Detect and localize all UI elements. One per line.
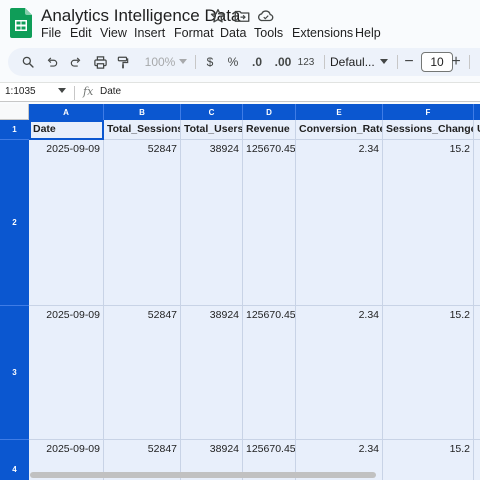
font-size-input[interactable]: 10: [421, 52, 453, 72]
formula-input[interactable]: Date: [100, 86, 121, 97]
chevron-down-icon[interactable]: [178, 53, 188, 71]
cell-a3[interactable]: 2025-09-09: [29, 306, 104, 440]
zoom-value: 100%: [144, 55, 176, 69]
menu-format[interactable]: Format: [174, 26, 214, 40]
font-family-select[interactable]: Defaul...: [330, 53, 376, 71]
zoom-select[interactable]: 100%: [140, 53, 180, 71]
number-format-button[interactable]: 123: [296, 53, 316, 71]
print-icon[interactable]: [91, 53, 109, 71]
cell-g3[interactable]: [474, 306, 480, 440]
formula-bar-separator: [74, 86, 75, 100]
column-header-f[interactable]: F: [383, 104, 474, 120]
spreadsheet-grid[interactable]: A B C D E F G 1 2 3 4 Date Total_Session…: [0, 104, 480, 480]
decrease-decimal-button[interactable]: .0: [249, 53, 265, 71]
menu-help[interactable]: Help: [355, 26, 381, 40]
title-bar: Analytics Intelligence Data File Edit Vi…: [0, 0, 480, 48]
search-icon[interactable]: [20, 53, 36, 71]
cell-c2[interactable]: 38924: [181, 140, 243, 306]
font-family-value: Defaul...: [330, 55, 375, 69]
cell-a2[interactable]: 2025-09-09: [29, 140, 104, 306]
name-box[interactable]: 1:1035: [5, 86, 36, 97]
cell-f3[interactable]: 15.2: [383, 306, 474, 440]
row-header-2[interactable]: 2: [0, 140, 29, 306]
cell-e1[interactable]: Conversion_Rate: [296, 120, 383, 140]
currency-format-button[interactable]: $: [203, 53, 217, 71]
cell-g2[interactable]: [474, 140, 480, 306]
cell-b1[interactable]: Total_Sessions: [104, 120, 181, 140]
decrease-font-size-button[interactable]: −: [403, 53, 415, 71]
cell-d2[interactable]: 125670.45: [243, 140, 296, 306]
column-header-g[interactable]: G: [474, 104, 480, 120]
cell-d1[interactable]: Revenue: [243, 120, 296, 140]
horizontal-scrollbar[interactable]: [30, 472, 376, 478]
increase-font-size-button[interactable]: +: [450, 53, 462, 71]
row-header-4[interactable]: 4: [0, 440, 29, 480]
sheets-logo-icon[interactable]: [10, 8, 32, 38]
row-header-1[interactable]: 1: [0, 120, 29, 140]
menu-edit[interactable]: Edit: [70, 26, 92, 40]
menu-extensions[interactable]: Extensions: [292, 26, 353, 40]
column-header-b[interactable]: B: [104, 104, 181, 120]
select-all-corner[interactable]: [0, 104, 29, 120]
column-header-a[interactable]: A: [29, 104, 104, 120]
percent-format-button[interactable]: %: [226, 53, 240, 71]
move-folder-icon[interactable]: [233, 7, 251, 25]
cell-e3[interactable]: 2.34: [296, 306, 383, 440]
chevron-down-icon[interactable]: [58, 88, 66, 94]
menu-data[interactable]: Data: [220, 26, 246, 40]
paint-format-icon[interactable]: [115, 53, 131, 71]
menu-file[interactable]: File: [41, 26, 61, 40]
cell-c1[interactable]: Total_Users: [181, 120, 243, 140]
cell-b3[interactable]: 52847: [104, 306, 181, 440]
row-header-3[interactable]: 3: [0, 306, 29, 440]
fx-icon: fx: [83, 85, 94, 98]
toolbar-separator: [469, 55, 470, 69]
menu-insert[interactable]: Insert: [134, 26, 165, 40]
toolbar-separator: [397, 55, 398, 69]
cell-a1[interactable]: Date: [29, 120, 104, 140]
cell-f2[interactable]: 15.2: [383, 140, 474, 306]
undo-icon[interactable]: [44, 53, 60, 71]
redo-icon[interactable]: [68, 53, 84, 71]
toolbar-separator: [195, 55, 196, 69]
cloud-status-icon[interactable]: [257, 7, 275, 25]
menu-tools[interactable]: Tools: [254, 26, 283, 40]
cell-g4[interactable]: [474, 440, 480, 480]
cell-f1[interactable]: Sessions_Change: [383, 120, 474, 140]
cell-d3[interactable]: 125670.45: [243, 306, 296, 440]
toolbar-separator: [324, 55, 325, 69]
menu-view[interactable]: View: [100, 26, 127, 40]
spreadsheet-app: Analytics Intelligence Data File Edit Vi…: [0, 0, 480, 480]
cell-g1[interactable]: U: [474, 120, 480, 140]
cell-c3[interactable]: 38924: [181, 306, 243, 440]
formula-bar: 1:1035 fx Date: [0, 82, 480, 102]
column-header-e[interactable]: E: [296, 104, 383, 120]
column-header-d[interactable]: D: [243, 104, 296, 120]
cell-b2[interactable]: 52847: [104, 140, 181, 306]
star-icon[interactable]: [209, 7, 227, 25]
cell-e2[interactable]: 2.34: [296, 140, 383, 306]
increase-decimal-button[interactable]: .00: [273, 53, 293, 71]
toolbar: 100% $ % .0 .00 123 Defaul... − 10 +: [8, 48, 480, 76]
column-header-c[interactable]: C: [181, 104, 243, 120]
cell-f4[interactable]: 15.2: [383, 440, 474, 480]
chevron-down-icon[interactable]: [379, 53, 389, 71]
